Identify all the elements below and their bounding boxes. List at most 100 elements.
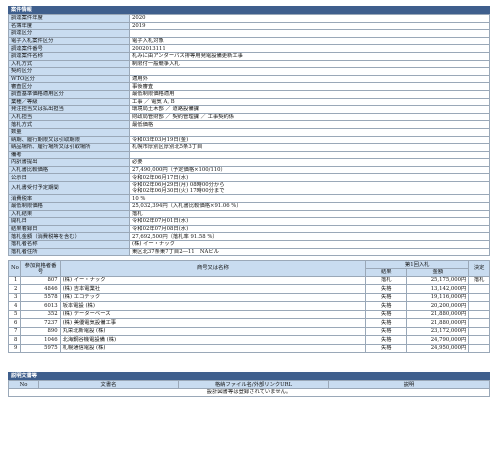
section-header-case-info: 案件情報 xyxy=(8,6,490,14)
info-row: 落札者住所 東区北37条東7丁目2―11 NAビル xyxy=(8,247,490,257)
info-row: 入札書受付予定期間 令和02年06月29日(月) 08時00分から 令和02年06月… xyxy=(8,181,490,196)
bidder-name: (株) イー・ナック xyxy=(59,275,367,286)
row-no: 3 xyxy=(7,292,22,303)
info-row: 入札書比較価格 27,490,000円（予定価格×100/110） xyxy=(8,165,490,175)
bid-amount: 25,175,000円 xyxy=(406,275,470,286)
info-value: 札幌市厚別区厚別北5条3丁目 xyxy=(129,143,490,152)
info-label: 調達区分 xyxy=(8,29,130,38)
bid-decision xyxy=(468,292,490,303)
info-row: 落札金額（消費税等を含む） 27,692,500円（落札率 91.58 %） xyxy=(8,232,490,242)
bid-status: 失格 xyxy=(365,292,408,303)
table-row: 2 4846 (株) 吉本電業社 失格 13,142,000円 xyxy=(7,284,490,294)
bidder-number: 7237 xyxy=(20,318,61,328)
info-value: 環境局土木部 ／ 道路設備課 xyxy=(129,105,490,114)
table-row: 9 5975 札幌通信電設 (株) 失格 24,950,000円 xyxy=(7,343,490,354)
info-row: 入札結果 落札 xyxy=(8,209,490,219)
bidder-name: 札幌通信電設 (株) xyxy=(59,343,367,354)
bidder-name: (株) エコテック xyxy=(59,292,367,303)
bid-status: 失格 xyxy=(365,343,408,354)
info-row: 調査基準価格適用区分 最低制限価格適用 xyxy=(8,89,490,99)
info-value: 必要 xyxy=(129,158,490,167)
info-row: 調達案件番号 2002013111 xyxy=(8,44,490,53)
info-row: 名簿年度 2019 xyxy=(8,21,490,31)
bid-amount: 21,880,000円 xyxy=(406,309,470,320)
table-row: 1 807 (株) イー・ナック 落札 25,175,000円 落札 xyxy=(7,275,490,286)
row-no: 5 xyxy=(7,309,22,320)
info-row: 契約区分 xyxy=(8,67,490,76)
info-value: 札みに由アンダーパス排等用発電設備更新工事 xyxy=(129,51,490,61)
page-content: 案件情報 調達案件年度 2020 名簿年度 2019 調達区分 電子入札案件区分 電子入札対… xyxy=(7,6,490,397)
info-label: 調査基準価格適用区分 xyxy=(8,89,130,99)
info-value: 電子入札対象 xyxy=(129,36,490,46)
info-value: 東区北37条東7丁目2―11 NAビル xyxy=(129,247,490,257)
info-row: 発注担当又は払出担当 環境局土木部 ／ 道路設備課 xyxy=(8,105,490,114)
info-label: 審査区分 xyxy=(8,82,130,91)
bid-decision: 落札 xyxy=(468,275,490,286)
bid-amount: 24,950,000円 xyxy=(406,343,470,354)
info-row: WTO区分 適用外 xyxy=(8,74,490,84)
bid-status: 失格 xyxy=(365,318,408,328)
info-value: 財政局管財部 ／ 契約管理課 ／ 工事契約係 xyxy=(129,112,490,122)
info-row: 備考 xyxy=(8,150,490,160)
bid-decision xyxy=(468,326,490,337)
bidder-name: (株) 美優電気設備工事 xyxy=(59,318,367,328)
info-label: 入札書受付予定期間 xyxy=(8,181,130,196)
header-name: 商号又は名称 xyxy=(59,260,367,277)
info-label: 契約区分 xyxy=(8,67,130,76)
bid-status: 失格 xyxy=(365,326,408,337)
bidder-number: 352 xyxy=(20,309,61,320)
info-label: 発注担当又は払出担当 xyxy=(8,105,130,114)
bid-decision xyxy=(468,301,490,311)
bidder-name: 丸栄北新電設 (株) xyxy=(59,326,367,337)
bid-amount: 20,200,000円 xyxy=(406,301,470,311)
bidder-name: 坂本電設 (株) xyxy=(59,301,367,311)
info-label: 落札金額（消費税等を含む） xyxy=(8,232,130,242)
info-label: 開札日 xyxy=(8,217,130,226)
bid-decision xyxy=(468,343,490,354)
bid-status: 失格 xyxy=(365,335,408,345)
info-row: 調達区分 xyxy=(8,29,490,38)
info-label: 備考 xyxy=(8,150,130,160)
bidder-number: 6013 xyxy=(20,301,61,311)
header-decision: 決定 xyxy=(468,260,490,277)
info-value: 制限付一般競争入札 xyxy=(129,59,490,69)
info-label: 最低制限価格 xyxy=(8,202,130,211)
info-value: 最低制限価格適用 xyxy=(129,89,490,99)
bid-results-table: No 参加資格者番号 商号又は名称 第1回入札 決定 結果 金額 1 807 (株)… xyxy=(7,260,490,354)
documents-table: No 文書名 格納ファイル名/外部リンクURL 説明 設計図書等は登録されていま… xyxy=(8,380,490,397)
info-label: 納期、履行期限又は引取期限 xyxy=(8,135,130,145)
info-row: 入札担当 財政局管財部 ／ 契約管理課 ／ 工事契約係 xyxy=(8,112,490,122)
info-value: 27,490,000円（予定価格×100/110） xyxy=(129,165,490,175)
header-round: 第1回入札 xyxy=(365,260,470,270)
info-label: 納品場所、履行場所又は引取場所 xyxy=(8,143,130,152)
case-info-table: 調達案件年度 2020 名簿年度 2019 調達区分 電子入札案件区分 電子入札対象 調達案件… xyxy=(8,14,490,257)
info-row: 結果着録日 令和02年07月08日(水) xyxy=(8,224,490,234)
row-no: 7 xyxy=(7,326,22,337)
info-value: 令和02年07月08日(水) xyxy=(129,224,490,234)
row-no: 1 xyxy=(7,275,22,286)
info-label: 落札方式 xyxy=(8,120,130,129)
info-row: 数量 xyxy=(8,127,490,137)
bidder-number: 5578 xyxy=(20,292,61,303)
info-row: 納期、履行期限又は引取期限 令和03年03月19日(金) xyxy=(8,135,490,145)
info-value xyxy=(129,67,490,76)
info-label: 入札結果 xyxy=(8,209,130,219)
bid-status: 失格 xyxy=(365,309,408,320)
info-value: 2020 xyxy=(129,14,490,23)
bid-decision xyxy=(468,335,490,345)
header-status: 結果 xyxy=(365,268,408,277)
info-label: 電子入札案件区分 xyxy=(8,36,130,46)
info-value: 最低価格 xyxy=(129,120,490,129)
info-row: 電子入札案件区分 電子入札対象 xyxy=(8,36,490,46)
info-row: 納品場所、履行場所又は引取場所 札幌市厚別区厚別北5条3丁目 xyxy=(8,143,490,152)
info-value: 令和02年06月17日(水) xyxy=(129,173,490,183)
info-label: 消費税率 xyxy=(8,194,130,204)
info-row: 業種／等級 工事 ／ 電気 A, B xyxy=(8,97,490,107)
bidder-number: 1046 xyxy=(20,335,61,345)
info-value: 事後審査 xyxy=(129,82,490,91)
info-value: 10 % xyxy=(129,194,490,204)
bidder-number: 4846 xyxy=(20,284,61,294)
header-bidder-no: 参加資格者番号 xyxy=(20,260,61,277)
info-value xyxy=(129,150,490,160)
bid-decision xyxy=(468,309,490,320)
